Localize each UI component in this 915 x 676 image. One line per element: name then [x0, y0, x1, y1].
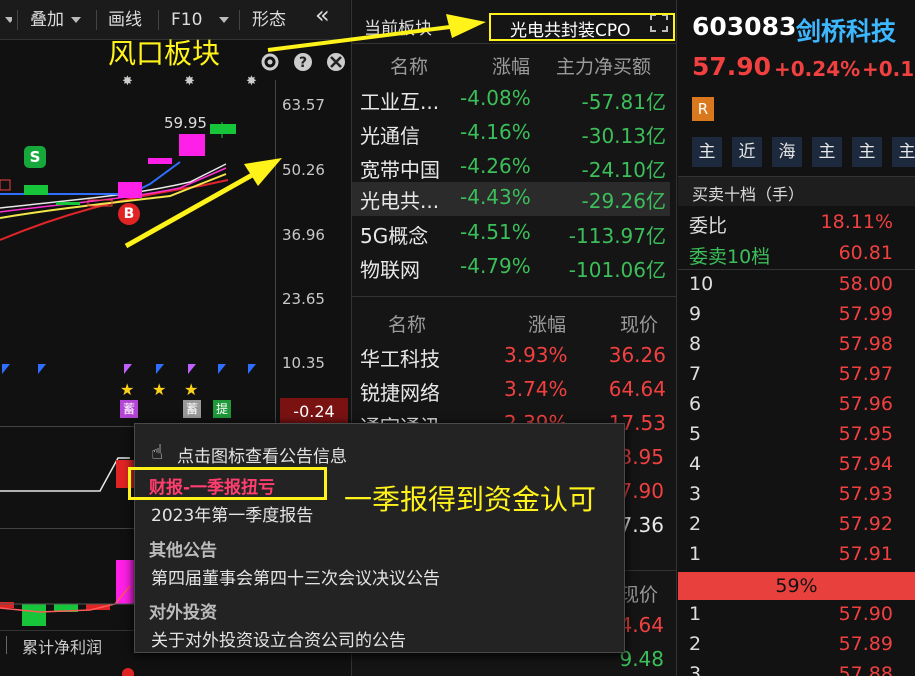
arrow-icon	[124, 158, 282, 249]
annotation-arrows	[124, 14, 486, 249]
arrow-icon	[267, 14, 486, 52]
trading-app: 叠加 画线 F10 形态 « ? ✸ ✸ ✸ 63.57 50.26 36.96…	[0, 0, 915, 676]
